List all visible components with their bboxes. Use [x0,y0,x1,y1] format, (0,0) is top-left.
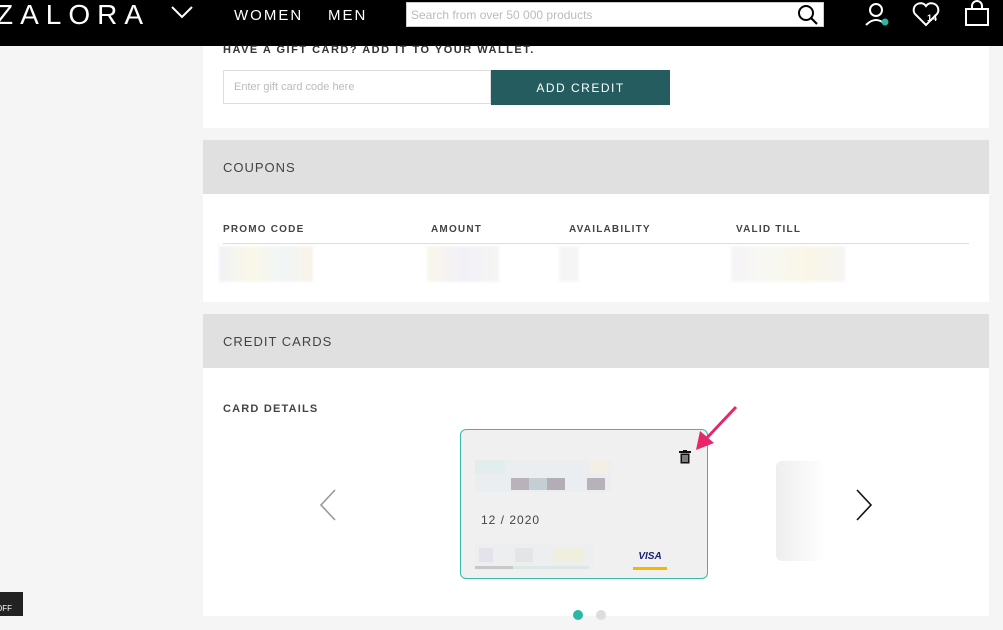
carousel-dot[interactable] [596,610,606,620]
coupons-table: PROMO CODE AMOUNT AVAILABILITY VALID TIL… [203,194,989,302]
gift-card-section: HAVE A GIFT CARD? ADD IT TO YOUR WALLET.… [203,44,989,128]
add-credit-button[interactable]: ADD CREDIT [491,70,670,105]
redacted-promo-code [219,246,313,282]
chevron-down-icon[interactable] [170,4,194,20]
redacted-amount [427,246,499,282]
search-icon[interactable] [797,4,819,26]
search-input[interactable] [407,3,795,26]
redacted-availability [559,246,579,282]
redacted-cardholder-name [475,544,593,570]
wishlist-count-badge: 14 [927,13,938,23]
nav-men[interactable]: MEN [328,7,367,24]
table-divider [223,243,969,244]
search-bar [406,2,824,27]
column-amount: AMOUNT [431,224,483,235]
credit-cards-header: CREDIT CARDS [203,314,989,368]
carousel-next-arrow[interactable] [853,488,875,522]
top-header: ZALORA WOMEN MEN 14 [0,0,1003,46]
shopping-bag-icon[interactable] [962,0,992,26]
carousel-dot-active[interactable] [573,610,583,620]
visa-logo: VISA [633,548,667,570]
gift-card-title: HAVE A GIFT CARD? ADD IT TO YOUR WALLET. [223,44,535,56]
nav-women[interactable]: WOMEN [234,7,303,24]
zalora-logo[interactable]: ZALORA [0,0,150,30]
carousel-prev-arrow[interactable] [317,488,339,522]
column-valid-till: VALID TILL [736,224,802,235]
coupons-title: COUPONS [223,160,296,175]
gift-card-input[interactable] [223,70,491,104]
credit-cards-section: CARD DETAILS 12 / 2020 VISA [203,368,989,620]
redacted-card-number [475,460,611,492]
column-availability: AVAILABILITY [569,224,651,235]
annotation-arrow-icon [696,405,738,450]
sticky-offer-tab[interactable]: OFF [0,592,23,616]
column-promo-code: PROMO CODE [223,224,305,235]
coupons-header: COUPONS [203,140,989,194]
card-details-label: CARD DETAILS [223,403,319,415]
credit-cards-title: CREDIT CARDS [223,334,333,349]
card-expiry: 12 / 2020 [481,513,541,527]
left-sidebar [0,46,203,616]
account-icon[interactable] [864,1,890,27]
saved-credit-card[interactable]: 12 / 2020 VISA [460,429,708,579]
redacted-valid-till [731,246,845,282]
next-card-preview[interactable] [776,461,826,561]
